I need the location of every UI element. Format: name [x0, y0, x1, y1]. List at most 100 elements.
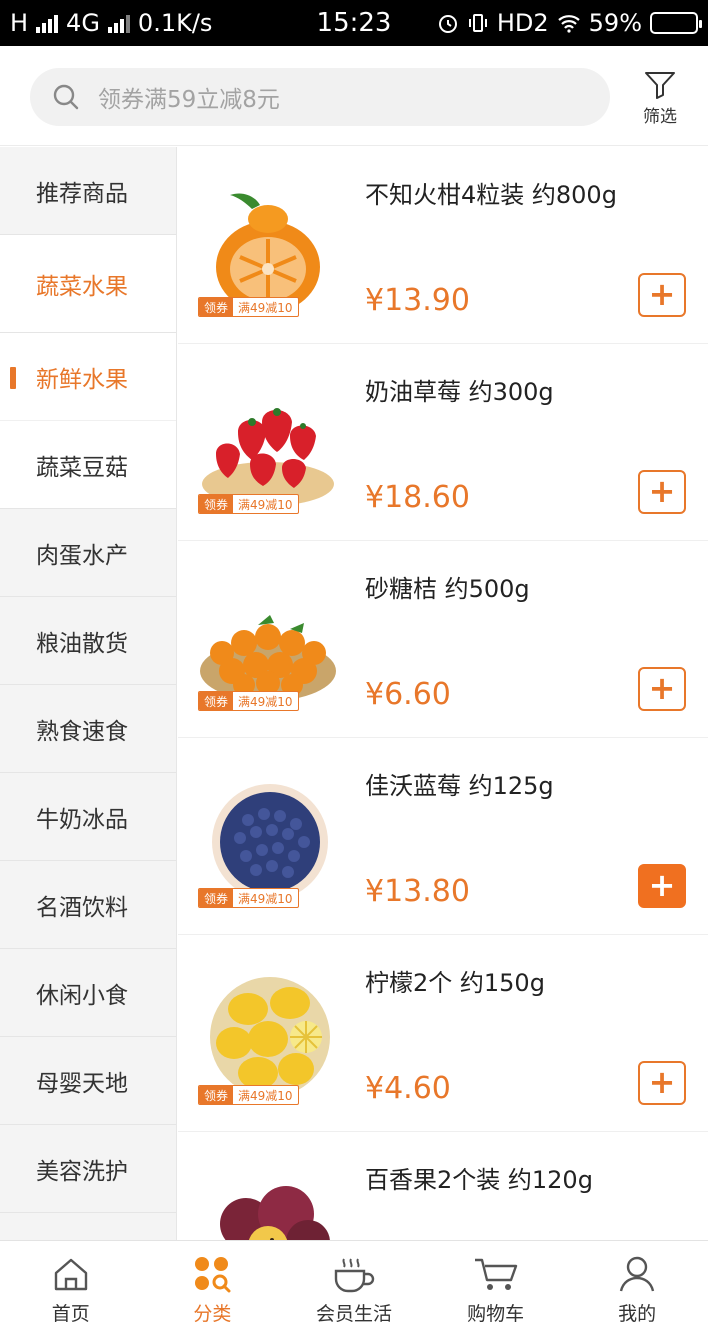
product-image-passion-fruit — [220, 1186, 330, 1240]
tab-member-life[interactable]: 会员生活 — [283, 1241, 425, 1334]
filter-button[interactable]: 筛选 — [630, 70, 690, 130]
profile-icon — [620, 1256, 655, 1292]
add-to-cart-button[interactable]: + — [638, 273, 686, 317]
category-icon — [195, 1257, 231, 1293]
product-name: 砂糖桔 约500g — [365, 575, 530, 603]
battery-icon — [650, 12, 702, 34]
sidebar-item-label: 熟食速食 — [36, 718, 128, 745]
bottom-tab-bar: 首页 分类 会员生活 购物车 我的 — [0, 1240, 708, 1334]
sidebar-item-label: 推荐商品 — [36, 180, 128, 207]
sidebar-item-fresh-fruit[interactable]: 新鲜水果 — [0, 333, 176, 421]
tab-label: 首页 — [51, 1303, 90, 1325]
product-item[interactable]: 领券 满49减10 柠檬2个 约150g ¥4.60 + — [178, 935, 708, 1132]
product-list: 领券 满49减10 不知火柑4粒装 约800g ¥13.90 + 领券 满49减10… — [178, 147, 708, 1240]
coupon-text: 满49减10 — [238, 695, 293, 709]
sidebar-item-label: 蔬菜豆菇 — [36, 454, 128, 481]
tab-label: 购物车 — [467, 1303, 525, 1325]
tab-label: 分类 — [193, 1303, 232, 1325]
coffee-icon — [334, 1258, 375, 1293]
product-name: 柠檬2个 约150g — [365, 969, 545, 997]
search-placeholder: 领券满59立减8元 — [98, 87, 280, 113]
network-speed: 0.1K/s — [137, 9, 213, 37]
product-name: 不知火柑4粒装 约800g — [365, 181, 617, 209]
sidebar-item-deli-instant[interactable]: 熟食速食 — [0, 685, 176, 773]
product-item[interactable]: 百香果2个装 约120g — [178, 1132, 708, 1240]
cart-icon — [474, 1258, 517, 1290]
product-price: ¥4.60 — [365, 1071, 451, 1106]
tab-profile[interactable]: 我的 — [566, 1241, 708, 1334]
search-icon — [53, 84, 79, 110]
active-indicator — [10, 367, 16, 389]
tab-category[interactable]: 分类 — [142, 1241, 284, 1334]
sidebar-item-label: 牛奶冰品 — [36, 806, 128, 833]
product-price: ¥6.60 — [365, 677, 451, 712]
coupon-text: 满49减10 — [238, 892, 293, 906]
battery-percent: 59% — [588, 9, 642, 37]
sidebar-item-label: 肉蛋水产 — [36, 542, 128, 569]
product-image-lemon — [210, 977, 330, 1097]
sidebar-item-mother-baby[interactable]: 母婴天地 — [0, 1037, 176, 1125]
product-item[interactable]: 领券 满49减10 佳沃蓝莓 约125g ¥13.80 + — [178, 738, 708, 935]
product-price: ¥13.80 — [365, 874, 470, 909]
alarm-icon — [438, 15, 457, 33]
wifi-icon — [557, 15, 580, 33]
coupon-tag: 领券 — [199, 298, 234, 316]
vibrate-icon — [468, 14, 487, 32]
coupon-text: 满49减10 — [238, 301, 293, 315]
product-item[interactable]: 领券 满49减10 砂糖桔 约500g ¥6.60 + — [178, 541, 708, 738]
sidebar-item-snacks[interactable]: 休闲小食 — [0, 949, 176, 1037]
carrier-signal-label: H — [10, 9, 29, 37]
signal-strength-icon — [107, 13, 130, 33]
tab-home[interactable]: 首页 — [0, 1241, 142, 1334]
category-sidebar: 推荐商品 蔬菜水果 新鲜水果 蔬菜豆菇 肉蛋水产 粮油散货 熟食速食 牛奶冰品 … — [0, 147, 177, 1240]
product-name: 奶油草莓 约300g — [365, 378, 554, 406]
coupon-badge: 领券 满49减10 — [198, 888, 299, 908]
filter-label: 筛选 — [643, 107, 677, 127]
coupon-tag: 领券 — [199, 1086, 234, 1104]
product-price: ¥18.60 — [365, 480, 470, 515]
coupon-badge: 领券 满49减10 — [198, 691, 299, 711]
product-item[interactable]: 领券 满49减10 奶油草莓 约300g ¥18.60 + — [178, 344, 708, 541]
sidebar-item-recommended[interactable]: 推荐商品 — [0, 147, 176, 235]
sidebar-item-label: 母婴天地 — [36, 1070, 128, 1097]
add-to-cart-button[interactable]: + — [638, 470, 686, 514]
filter-icon — [645, 72, 675, 99]
sidebar-item-wine-drinks[interactable]: 名酒饮料 — [0, 861, 176, 949]
coupon-tag: 领券 — [199, 692, 234, 710]
sidebar-item-vegetables-fruits[interactable]: 蔬菜水果 — [0, 235, 176, 333]
sidebar-item-label: 新鲜水果 — [36, 366, 128, 393]
product-image-sugar-orange — [200, 615, 336, 701]
tab-label: 会员生活 — [315, 1303, 392, 1325]
add-to-cart-button[interactable]: + — [638, 1061, 686, 1105]
add-to-cart-button[interactable]: + — [638, 864, 686, 908]
coupon-tag: 领券 — [199, 495, 234, 513]
tab-cart[interactable]: 购物车 — [425, 1241, 567, 1334]
signal-icon — [36, 13, 59, 33]
network-label: 4G — [66, 9, 100, 37]
sidebar-item-label: 名酒饮料 — [36, 894, 128, 921]
coupon-tag: 领券 — [199, 889, 234, 907]
hd-label: HD2 — [496, 9, 549, 37]
search-input[interactable]: 领券满59立减8元 — [30, 68, 610, 126]
sidebar-item-vegetables-beans[interactable]: 蔬菜豆菇 — [0, 421, 176, 509]
sidebar-item-label: 蔬菜水果 — [36, 273, 128, 300]
product-name: 佳沃蓝莓 约125g — [365, 772, 554, 800]
coupon-text: 满49减10 — [238, 498, 293, 512]
sidebar-item-milk-frozen[interactable]: 牛奶冰品 — [0, 773, 176, 861]
search-header: 领券满59立减8元 筛选 — [0, 46, 708, 146]
product-item[interactable]: 领券 满49减10 不知火柑4粒装 约800g ¥13.90 + — [178, 147, 708, 344]
sidebar-item-beauty-care[interactable]: 美容洗护 — [0, 1125, 176, 1213]
product-image-dekopon — [216, 193, 320, 313]
home-icon — [54, 1258, 87, 1291]
coupon-badge: 领券 满49减10 — [198, 297, 299, 317]
coupon-badge: 领券 满49减10 — [198, 494, 299, 514]
product-name: 百香果2个装 约120g — [365, 1166, 593, 1194]
tab-label: 我的 — [618, 1303, 657, 1325]
coupon-text: 满49减10 — [238, 1089, 293, 1103]
product-price: ¥13.90 — [365, 283, 470, 318]
sidebar-item-meat-eggs-seafood[interactable]: 肉蛋水产 — [0, 509, 176, 597]
status-bar: H 4G 0.1K/s 15:23 HD2 59% — [0, 0, 708, 46]
product-image-strawberry — [202, 408, 334, 506]
sidebar-item-grain-oil[interactable]: 粮油散货 — [0, 597, 176, 685]
add-to-cart-button[interactable]: + — [638, 667, 686, 711]
